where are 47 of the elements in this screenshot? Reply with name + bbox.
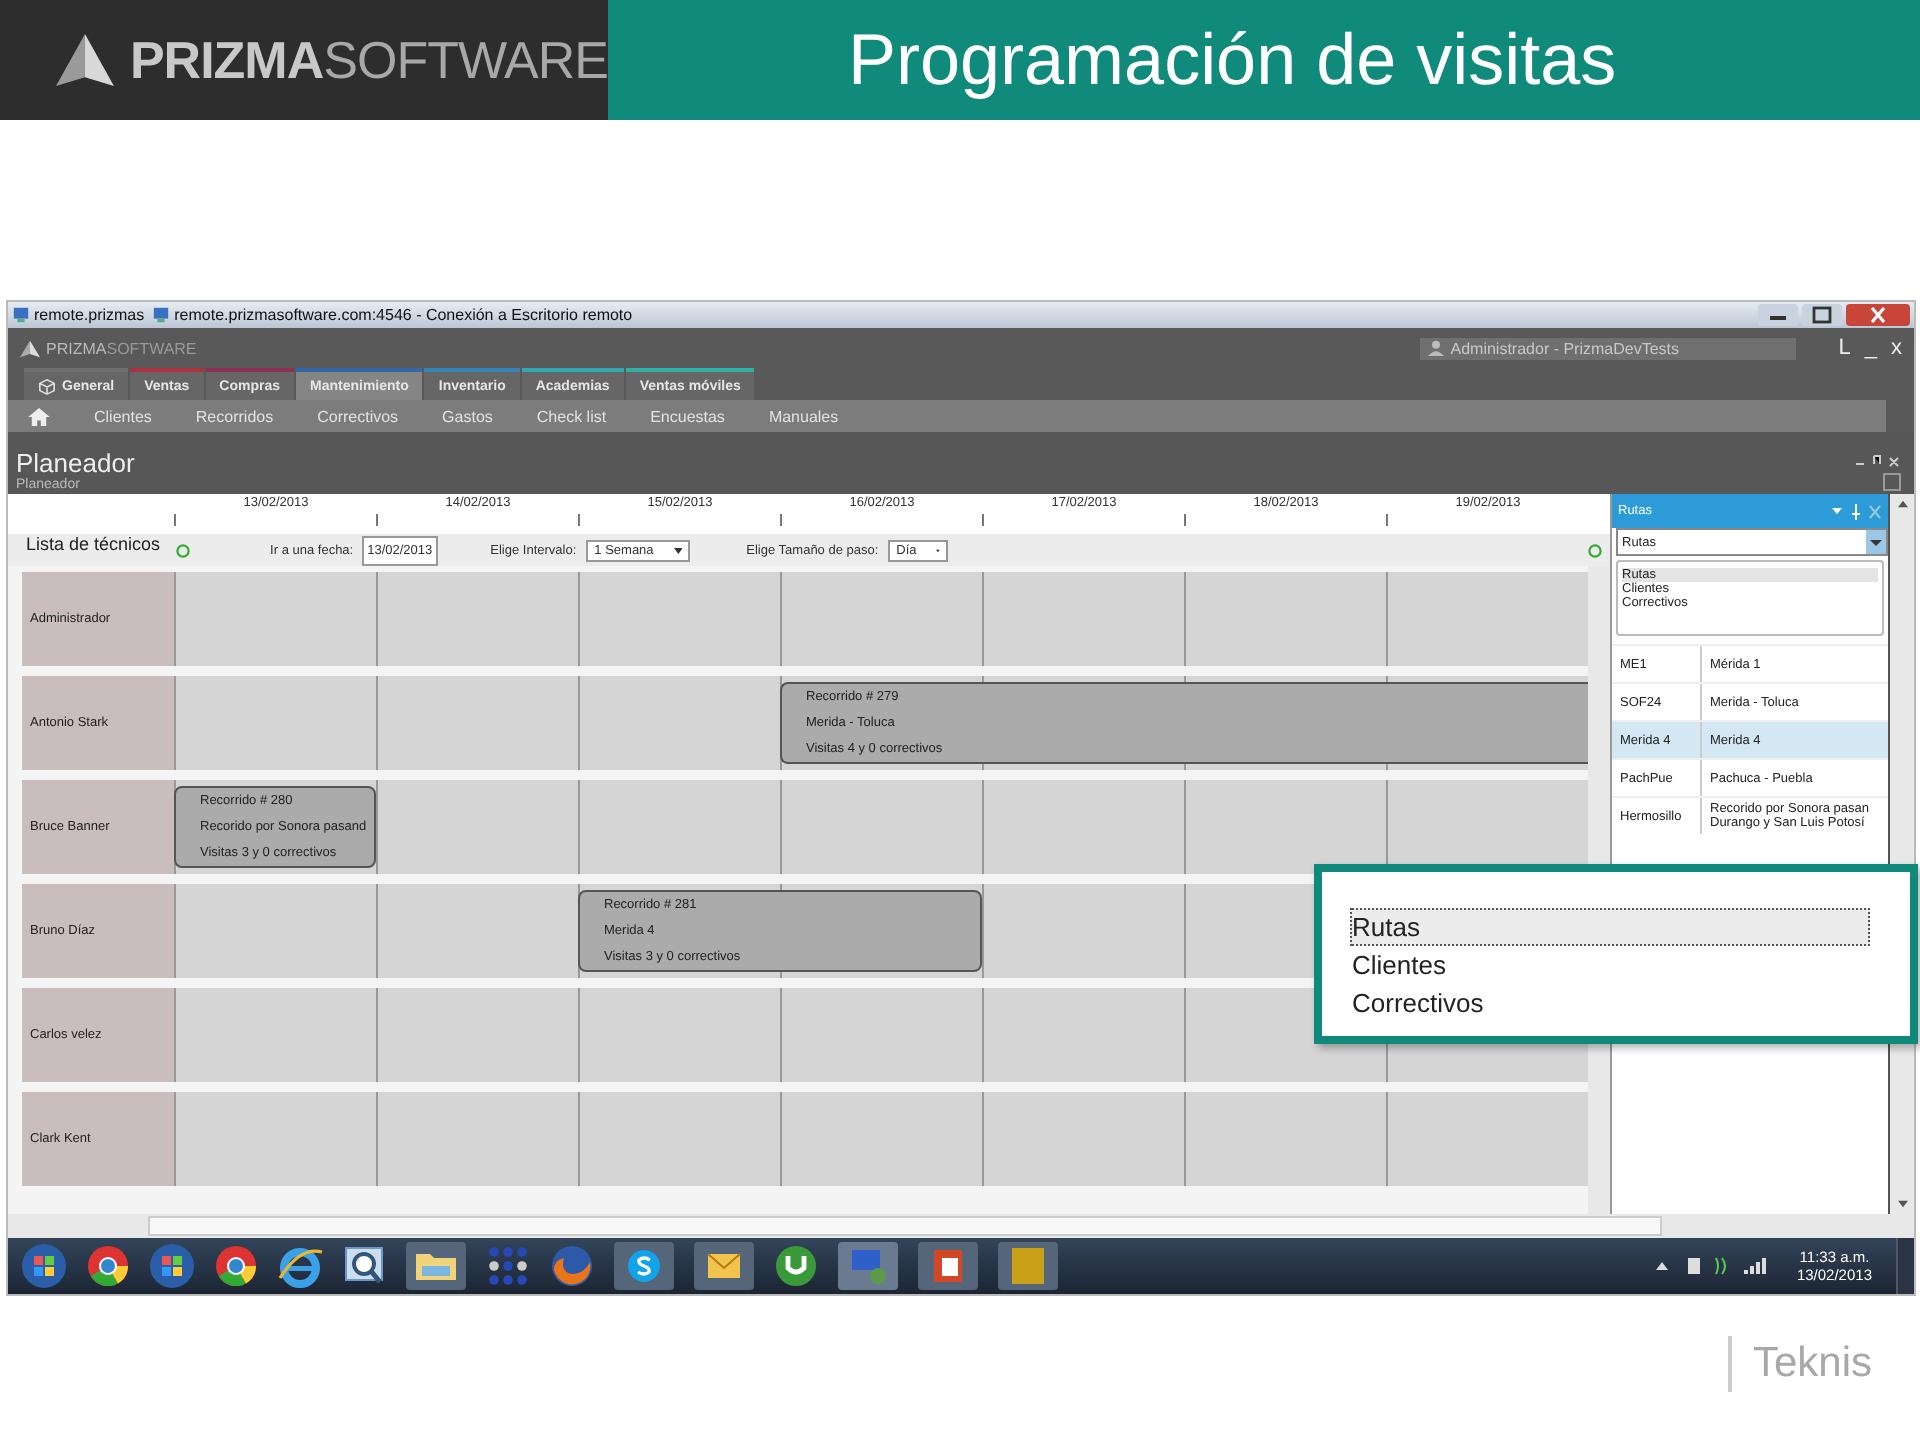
folder-icon[interactable] — [404, 1242, 468, 1290]
presentation-icon[interactable] — [916, 1242, 980, 1290]
home-icon[interactable] — [28, 407, 50, 425]
minimize-icon[interactable] — [1758, 304, 1798, 326]
maximize-icon[interactable] — [1802, 304, 1842, 326]
caret-icon — [673, 547, 683, 553]
browser-icon[interactable] — [276, 1242, 324, 1290]
window-control[interactable]: x — [1891, 336, 1902, 360]
list-item: Correctivos — [1350, 986, 1486, 1022]
cube-icon — [38, 377, 56, 395]
add-icon[interactable] — [1588, 543, 1602, 557]
browser-icon[interactable] — [212, 1242, 260, 1290]
chat-icon[interactable] — [612, 1242, 676, 1290]
mail-icon[interactable] — [692, 1242, 756, 1290]
dots-icon[interactable] — [484, 1242, 532, 1290]
remote-desktop-icon[interactable] — [836, 1242, 900, 1290]
person-icon — [1428, 340, 1445, 356]
caret-icon — [1866, 530, 1886, 554]
window-title: remote.prizmasoftware.com:4546 - Conexión a Escritorio remoto — [174, 306, 633, 324]
add-icon[interactable] — [176, 543, 191, 557]
page-title: Planeador — [16, 450, 135, 478]
up-arrow-icon[interactable] — [1897, 500, 1907, 508]
footer-brand: Teknis — [1728, 1336, 1872, 1392]
panel-controls-icon[interactable] — [1854, 452, 1902, 492]
list-item: Clientes — [1350, 948, 1448, 984]
pyramid-icon — [20, 339, 40, 357]
monitor-icon — [12, 306, 30, 324]
window-tab[interactable]: remote.prizmas — [34, 306, 149, 324]
list-item: Rutas — [1350, 908, 1870, 946]
torrent-icon[interactable] — [772, 1242, 820, 1290]
logo-text: PRIZMASOFTWARE — [129, 29, 608, 91]
panel-controls-icon[interactable] — [1830, 503, 1882, 519]
slide-title: Programación de visitas — [848, 18, 1617, 102]
scrollbar-thumb[interactable] — [148, 1216, 1662, 1236]
app-logo-text: PRIZMASOFTWARE — [46, 339, 197, 357]
close-icon[interactable] — [1846, 304, 1910, 326]
browser-icon[interactable] — [84, 1242, 132, 1290]
windows-orb-icon[interactable] — [148, 1242, 196, 1290]
horizontal-scrollbar[interactable] — [8, 1214, 1914, 1238]
user-name: Administrador - PrizmaDevTests — [1450, 339, 1679, 357]
window-control[interactable]: L — [1838, 336, 1851, 360]
windows-orb-icon[interactable] — [20, 1242, 68, 1290]
down-arrow-icon[interactable] — [1897, 1200, 1907, 1208]
window-control[interactable]: _ — [1864, 336, 1877, 360]
graphics-app-icon[interactable] — [996, 1242, 1060, 1290]
monitor-icon — [152, 306, 171, 324]
list-heading: Lista de técnicos — [26, 534, 161, 554]
